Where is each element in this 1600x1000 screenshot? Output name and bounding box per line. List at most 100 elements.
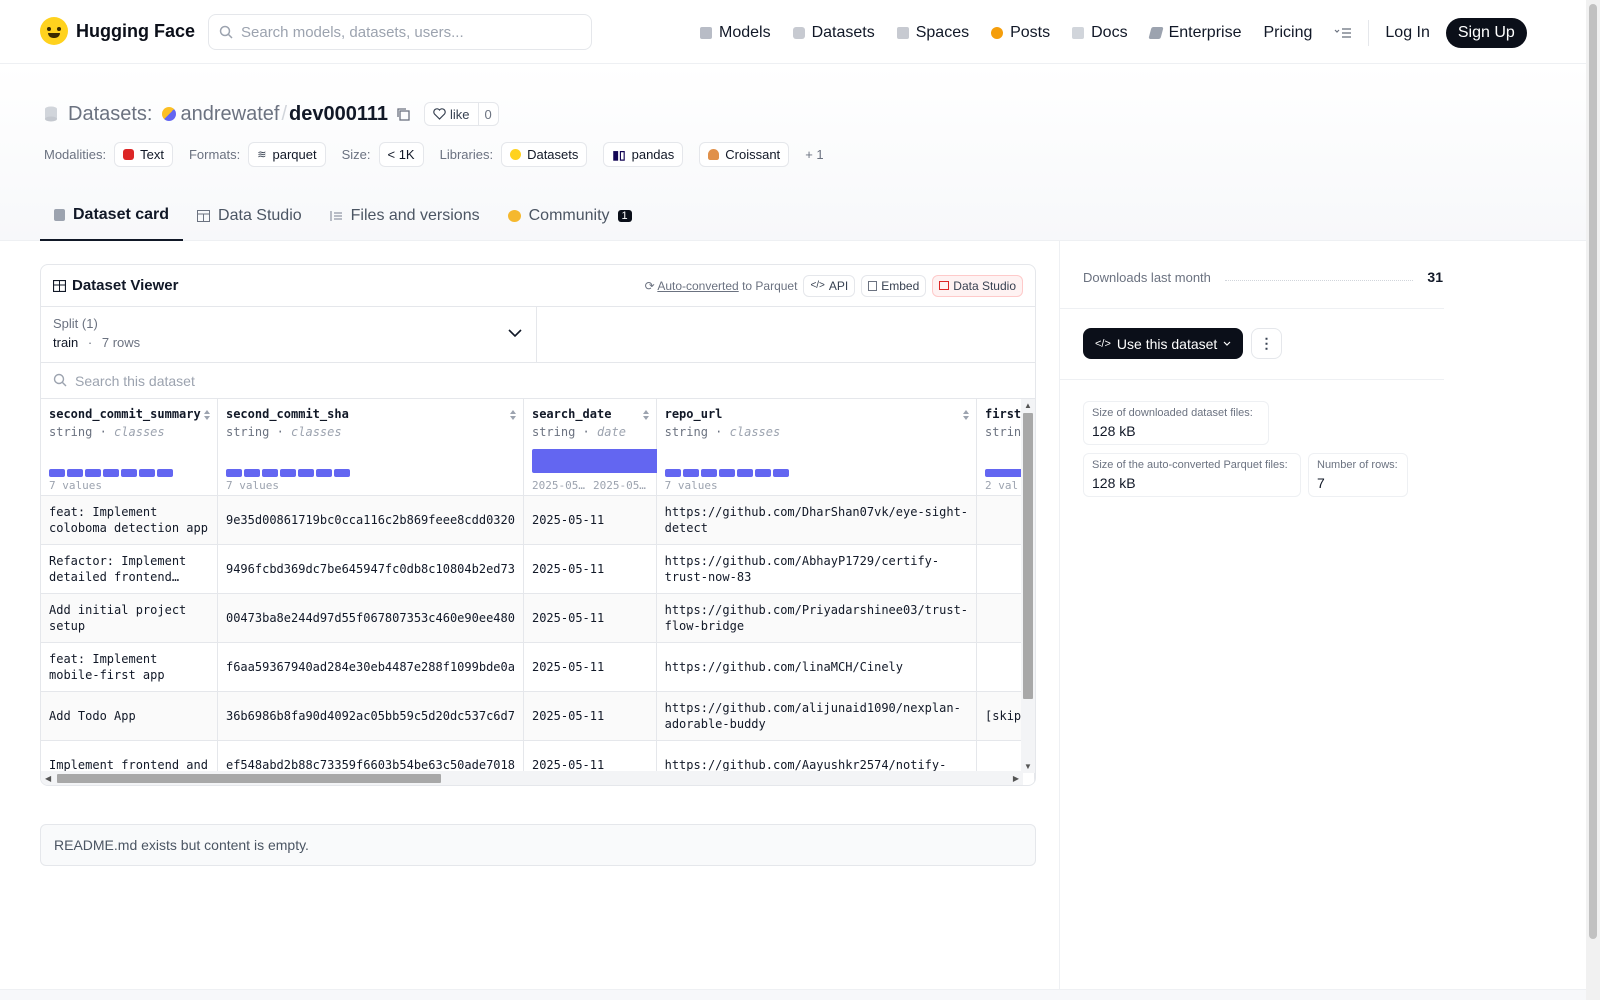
brand-logo[interactable]: Hugging Face [40,17,195,45]
scroll-down-arrow-icon[interactable]: ▼ [1024,762,1032,771]
split-selector[interactable]: Split (1) train · 7 rows [41,307,537,362]
nav-docs[interactable]: Docs [1072,24,1128,42]
more-options-button[interactable]: ⋮ [1251,328,1282,359]
table-cell[interactable]: f6aa59367940ad284e30eb4487e288f1099bde0a [217,642,524,692]
tag-parquet[interactable]: ≋ parquet [248,142,326,167]
values-bars[interactable] [985,469,1026,477]
table-cell[interactable]: 2025-05-11 [523,544,657,594]
use-this-dataset-button[interactable]: </> Use this dataset [1083,328,1244,359]
nav-posts[interactable]: Posts [991,24,1050,42]
nav-models[interactable]: Models [700,24,771,42]
owner-link[interactable]: andrewatef [180,103,279,126]
sort-icon[interactable] [509,409,517,421]
stat-value: 128 kB [1092,475,1136,491]
docs-icon [1072,27,1085,39]
column-header-second-commit-summary[interactable]: second_commit_summary string · classes 7… [41,399,218,496]
table-row[interactable]: feat: Implement coloboma detection app 9… [41,495,1035,545]
scroll-left-arrow-icon[interactable]: ◀ [45,774,51,783]
copy-icon[interactable] [396,107,410,121]
table-row[interactable]: Add Todo App 36b6986b8fa90d4092ac05bb59c… [41,691,1035,741]
column-header-search-date[interactable]: search_date string · date 2025-05… 2025-0… [523,399,662,496]
nav-more-menu[interactable] [1334,27,1352,39]
table-cell[interactable]: Add initial project setup [41,593,218,643]
more-libraries[interactable]: + 1 [805,147,823,162]
search-icon [219,25,233,39]
nav-pricing[interactable]: Pricing [1263,24,1312,42]
nav-spaces[interactable]: Spaces [896,24,969,42]
tab-community[interactable]: Community 1 [494,191,646,241]
table-cell[interactable]: https://github.com/DharShan07vk/eye-sigh… [656,495,978,545]
like-count: 0 [477,103,498,125]
global-search-input[interactable]: Search models, datasets, users... [208,14,592,50]
table-cell[interactable]: 00473ba8e244d97d55f067807353c460e90ee480 [217,593,524,643]
column-header-second-commit-sha[interactable]: second_commit_sha string · classes 7 val… [217,399,524,496]
table-cell[interactable]: 2025-05-11 [523,691,657,741]
date-histogram-bar[interactable] [531,449,662,473]
table-row[interactable]: Add initial project setup 00473ba8e244d9… [41,593,1035,643]
tab-files-versions[interactable]: Files and versions [316,191,494,241]
vertical-scrollbar[interactable]: ▲ ▼ [1021,399,1035,773]
values-bars[interactable] [49,469,173,477]
repo-name[interactable]: dev000111 [289,103,388,126]
data-grid: second_commit_summary string · classes 7… [41,399,1035,785]
data-studio-button[interactable]: Data Studio [932,274,1023,297]
login-link[interactable]: Log In [1385,24,1429,42]
tag-library-pandas[interactable]: ▮▯ pandas [603,142,684,167]
column-header-repo-url[interactable]: repo_url string · classes 7 values [656,399,978,496]
scroll-up-arrow-icon[interactable]: ▲ [1024,401,1032,410]
table-icon [197,210,211,222]
table-cell[interactable]: https://github.com/linaMCH/Cinely [656,642,978,692]
table-cell[interactable]: 2025-05-11 [523,593,657,643]
page-scrollbar[interactable] [1586,0,1600,1000]
stat-label: Size of the auto-converted Parquet files… [1092,459,1288,471]
table-row[interactable]: Refactor: Implement detailed frontend… 9… [41,544,1035,594]
page-scroll-thumb[interactable] [1589,4,1597,939]
horizontal-scroll-thumb[interactable] [57,774,441,783]
table-row[interactable]: feat: Implement mobile-first app f6aa593… [41,642,1035,692]
owner-avatar [162,107,177,121]
datasets-breadcrumb[interactable]: Datasets: [68,103,152,126]
table-cell[interactable]: 9e35d00861719bc0cca116c2b869feee8cdd0320 [217,495,524,545]
table-cell[interactable]: Refactor: Implement detailed frontend… [41,544,218,594]
values-bars[interactable] [664,469,789,477]
tab-data-studio[interactable]: Data Studio [183,191,316,241]
sort-icon[interactable] [203,409,211,421]
pandas-icon: ▮▯ [612,147,626,162]
scroll-right-arrow-icon[interactable]: ▶ [1013,774,1019,783]
table-cell[interactable]: https://github.com/Priyadarshinee03/trus… [656,593,978,643]
sort-icon[interactable] [642,409,650,421]
tag-library-datasets[interactable]: Datasets [501,142,588,167]
tab-dataset-card[interactable]: Dataset card [40,191,184,241]
auto-converted-link[interactable]: Auto-converted [657,279,738,293]
table-cell[interactable]: Add Todo App [41,691,218,741]
table-cell[interactable]: 2025-05-11 [523,495,657,545]
tag-library-croissant[interactable]: Croissant [699,142,790,167]
horizontal-scrollbar[interactable]: ◀ ▶ [41,771,1023,785]
tag-text[interactable]: Text [114,142,173,167]
table-cell[interactable]: 36b6986b8fa90d4092ac05bb59c5d20dc537c6d7 [217,691,524,741]
table-cell[interactable]: feat: Implement mobile-first app [41,642,218,692]
nav-datasets-label: Datasets [811,24,875,41]
table-cell[interactable]: feat: Implement coloboma detection app [41,495,218,545]
like-button[interactable]: like 0 [424,102,499,126]
chevron-down-icon [1223,341,1231,346]
table-cell[interactable]: 2025-05-11 [523,642,657,692]
nav-enterprise[interactable]: Enterprise [1147,24,1241,42]
tag-size[interactable]: < 1K [378,142,424,167]
sort-icon[interactable] [962,409,970,421]
repo-title-row: Datasets: andrewatef / dev000111 like 0 [44,102,499,126]
nav-datasets[interactable]: Datasets [792,24,875,42]
embed-button[interactable]: Embed [861,274,927,297]
table-cell[interactable]: https://github.com/AbhayP1729/certify-tr… [656,544,978,594]
values-bars[interactable] [225,469,350,477]
api-button[interactable]: </> API [803,274,856,297]
downloads-label: Downloads last month [1083,269,1211,285]
signup-button[interactable]: Sign Up [1445,18,1527,48]
table-cell[interactable]: https://github.com/alijunaid1090/nexplan… [656,691,978,741]
stat-label: Number of rows: [1317,459,1398,471]
column-kind: classes [729,425,781,439]
table-cell[interactable]: 9496fcbd369dc7be645947fc0db8c10804b2ed73 [217,544,524,594]
vertical-scroll-thumb[interactable] [1023,413,1033,699]
libraries-label: Libraries: [439,147,494,162]
dataset-search-input[interactable]: Search this dataset [41,363,1035,399]
